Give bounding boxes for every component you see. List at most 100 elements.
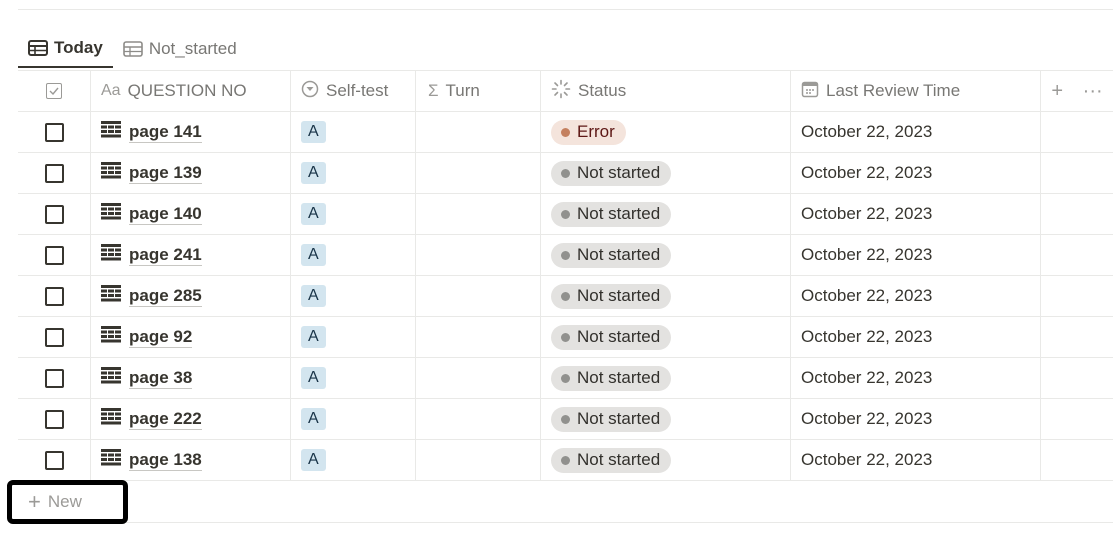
turn-cell[interactable] [416, 235, 541, 275]
tab-today[interactable]: Today [18, 30, 113, 68]
last-review-cell[interactable]: October 22, 2023 [791, 194, 1041, 234]
self-test-cell[interactable]: A [291, 194, 416, 234]
last-review-date: October 22, 2023 [801, 245, 933, 264]
question-cell[interactable]: page 222 [91, 399, 291, 439]
column-header-status[interactable]: Status [541, 71, 791, 111]
row-spacer-cell [1041, 440, 1113, 480]
turn-cell[interactable] [416, 153, 541, 193]
self-test-cell[interactable]: A [291, 399, 416, 439]
add-property-button[interactable]: + [1051, 80, 1063, 103]
last-review-cell[interactable]: October 22, 2023 [791, 440, 1041, 480]
row-checkbox[interactable] [44, 327, 64, 347]
status-badge: Not started [551, 324, 672, 350]
question-title[interactable]: page 141 [129, 122, 202, 143]
self-test-tag: A [301, 203, 326, 225]
row-checkbox-cell [18, 112, 91, 152]
question-title[interactable]: page 222 [129, 409, 202, 430]
column-header-self-test[interactable]: Self-test [291, 71, 416, 111]
table-row[interactable]: page 138 A Not started October 22, 2023 [18, 440, 1113, 481]
question-cell[interactable]: page 140 [91, 194, 291, 234]
turn-cell[interactable] [416, 317, 541, 357]
self-test-tag: A [301, 326, 326, 348]
turn-cell[interactable] [416, 276, 541, 316]
table-row[interactable]: page 222 A Not started October 22, 2023 [18, 399, 1113, 440]
row-checkbox[interactable] [44, 204, 64, 224]
question-cell[interactable]: page 92 [91, 317, 291, 357]
column-header-question[interactable]: Aa QUESTION NO [91, 71, 291, 111]
status-dot-icon [561, 168, 570, 178]
row-checkbox[interactable] [44, 286, 64, 306]
status-badge: Not started [551, 201, 672, 227]
question-title[interactable]: page 285 [129, 286, 202, 307]
table-row[interactable]: page 38 A Not started October 22, 2023 [18, 358, 1113, 399]
status-cell[interactable]: Not started [541, 235, 791, 275]
self-test-cell[interactable]: A [291, 235, 416, 275]
table-row[interactable]: page 140 A Not started October 22, 2023 [18, 194, 1113, 235]
question-cell[interactable]: page 38 [91, 358, 291, 398]
self-test-cell[interactable]: A [291, 440, 416, 480]
row-spacer-cell [1041, 276, 1113, 316]
status-cell[interactable]: Not started [541, 276, 791, 316]
question-title[interactable]: page 140 [129, 204, 202, 225]
self-test-cell[interactable]: A [291, 317, 416, 357]
turn-cell[interactable] [416, 399, 541, 439]
turn-cell[interactable] [416, 440, 541, 480]
last-review-cell[interactable]: October 22, 2023 [791, 153, 1041, 193]
column-header-turn[interactable]: Σ Turn [416, 71, 541, 111]
row-checkbox[interactable] [44, 163, 64, 183]
question-cell[interactable]: page 139 [91, 153, 291, 193]
last-review-cell[interactable]: October 22, 2023 [791, 399, 1041, 439]
more-options-button[interactable]: ··· [1083, 80, 1103, 103]
question-title[interactable]: page 139 [129, 163, 202, 184]
question-title[interactable]: page 92 [129, 327, 193, 348]
row-checkbox[interactable] [44, 245, 64, 265]
table-row[interactable]: page 285 A Not started October 22, 2023 [18, 276, 1113, 317]
status-badge: Not started [551, 242, 672, 268]
status-cell[interactable]: Not started [541, 194, 791, 234]
status-cell[interactable]: Not started [541, 399, 791, 439]
self-test-cell[interactable]: A [291, 112, 416, 152]
table-row[interactable]: page 92 A Not started October 22, 2023 [18, 317, 1113, 358]
turn-cell[interactable] [416, 358, 541, 398]
row-checkbox[interactable] [44, 122, 64, 142]
page-icon [101, 244, 121, 266]
tab-not-started[interactable]: Not_started [113, 30, 247, 68]
table-row[interactable]: page 139 A Not started October 22, 2023 [18, 153, 1113, 194]
question-cell[interactable]: page 241 [91, 235, 291, 275]
row-spacer-cell [1041, 358, 1113, 398]
question-title[interactable]: page 138 [129, 450, 202, 471]
header-select-all[interactable] [18, 71, 91, 111]
view-tabs: Today Not_started [18, 30, 247, 70]
turn-cell[interactable] [416, 112, 541, 152]
row-checkbox[interactable] [44, 409, 64, 429]
status-cell[interactable]: Not started [541, 153, 791, 193]
new-row-button[interactable]: + New [7, 480, 128, 524]
question-title[interactable]: page 38 [129, 368, 193, 389]
question-title[interactable]: page 241 [129, 245, 202, 266]
status-cell[interactable]: Error [541, 112, 791, 152]
row-checkbox[interactable] [44, 368, 64, 388]
self-test-cell[interactable]: A [291, 276, 416, 316]
question-cell[interactable]: page 138 [91, 440, 291, 480]
last-review-cell[interactable]: October 22, 2023 [791, 276, 1041, 316]
last-review-cell[interactable]: October 22, 2023 [791, 112, 1041, 152]
status-cell[interactable]: Not started [541, 358, 791, 398]
table-row[interactable]: page 241 A Not started October 22, 2023 [18, 235, 1113, 276]
row-checkbox-cell [18, 194, 91, 234]
question-cell[interactable]: page 141 [91, 112, 291, 152]
last-review-cell[interactable]: October 22, 2023 [791, 358, 1041, 398]
row-spacer-cell [1041, 112, 1113, 152]
last-review-cell[interactable]: October 22, 2023 [791, 235, 1041, 275]
table-row[interactable]: page 141 A Error October 22, 2023 [18, 112, 1113, 153]
self-test-cell[interactable]: A [291, 153, 416, 193]
turn-cell[interactable] [416, 194, 541, 234]
self-test-tag: A [301, 244, 326, 266]
row-checkbox[interactable] [44, 450, 64, 470]
last-review-cell[interactable]: October 22, 2023 [791, 317, 1041, 357]
self-test-cell[interactable]: A [291, 358, 416, 398]
status-cell[interactable]: Not started [541, 440, 791, 480]
status-label: Not started [577, 163, 661, 182]
status-cell[interactable]: Not started [541, 317, 791, 357]
question-cell[interactable]: page 285 [91, 276, 291, 316]
column-header-last-review-time[interactable]: Last Review Time [791, 71, 1041, 111]
